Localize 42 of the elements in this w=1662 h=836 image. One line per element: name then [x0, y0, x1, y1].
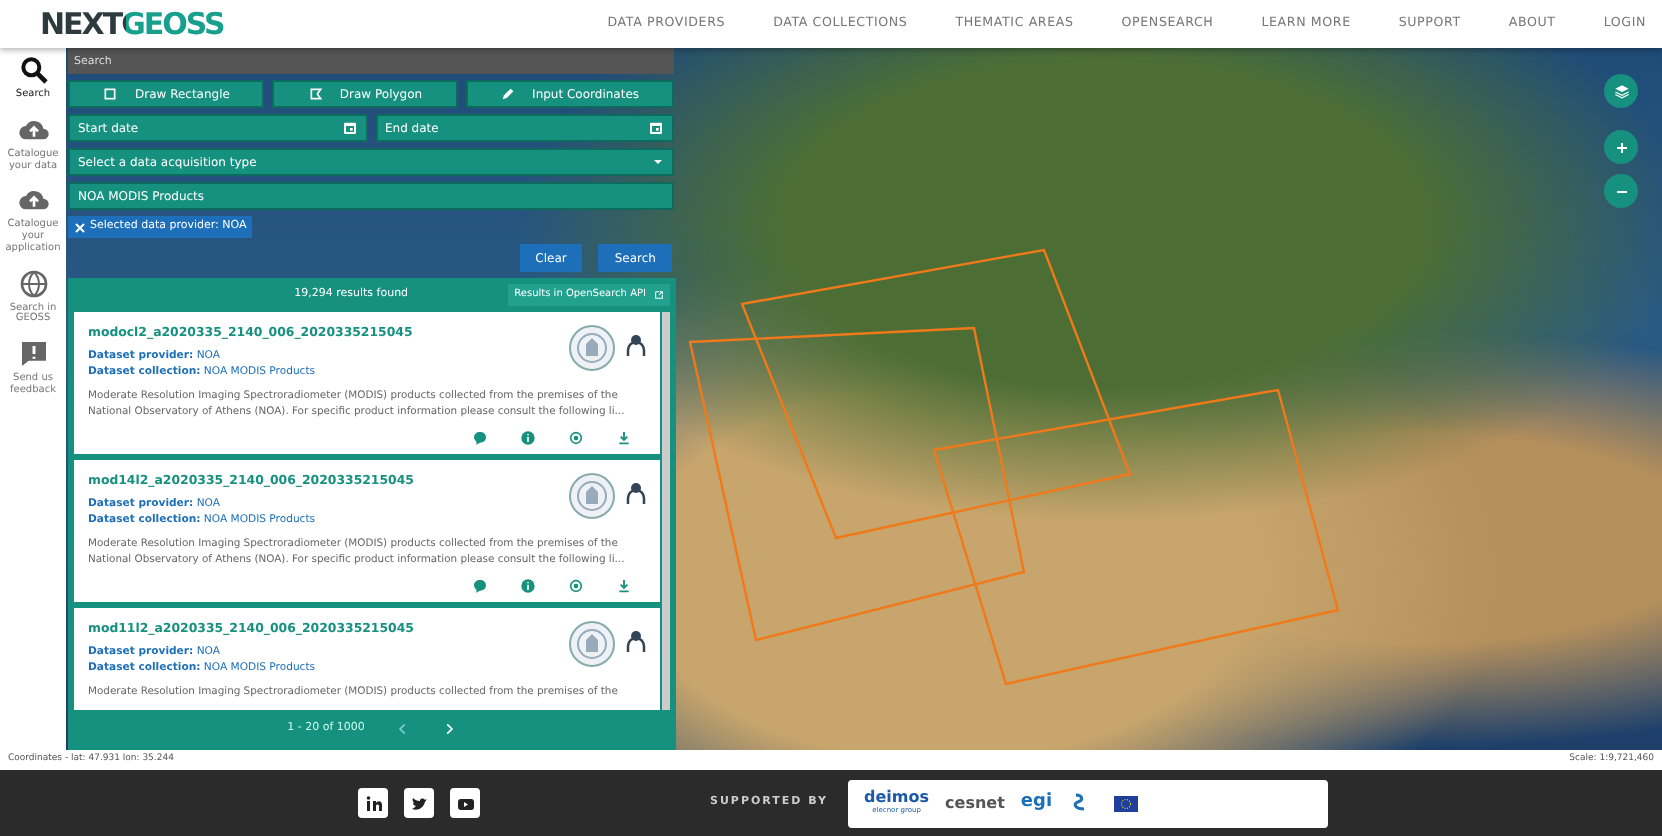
zoom-out-button[interactable] — [1604, 174, 1638, 208]
locate-icon[interactable] — [568, 577, 584, 594]
layers-icon — [1611, 81, 1631, 101]
search-icon[interactable] — [17, 54, 49, 86]
result-card[interactable] — [74, 312, 660, 454]
swath-footprint[interactable] — [740, 248, 1132, 540]
info-icon[interactable] — [520, 429, 536, 446]
polygon-icon — [307, 86, 324, 102]
calendar-icon — [648, 120, 664, 136]
sponsor-logo: deimos — [864, 789, 930, 806]
seal-drawing — [568, 324, 616, 372]
zoom-in-button[interactable] — [1604, 130, 1638, 164]
calendar-icon — [341, 120, 357, 136]
comment-icon[interactable] — [472, 429, 488, 446]
seal-drawing — [568, 619, 616, 668]
social-link[interactable] — [450, 788, 480, 818]
download-icon[interactable] — [616, 429, 632, 446]
seal-drawing — [568, 471, 616, 520]
pencil-icon — [500, 86, 517, 102]
social-link[interactable] — [358, 788, 388, 818]
close-icon — [74, 221, 86, 233]
swath-footprint[interactable] — [932, 388, 1340, 686]
result-card[interactable] — [74, 459, 660, 602]
globe-icon[interactable] — [17, 267, 49, 299]
social-link[interactable] — [404, 788, 434, 818]
rectangle-icon — [102, 86, 119, 102]
satellite-map[interactable] — [66, 48, 1662, 750]
external-link-icon — [653, 290, 664, 300]
swath-footprint[interactable] — [688, 326, 1026, 642]
next-page-icon[interactable] — [442, 721, 457, 735]
caret-icon — [652, 156, 664, 168]
locate-icon[interactable] — [568, 429, 584, 446]
comment-icon[interactable] — [472, 577, 488, 594]
feedback-icon[interactable] — [17, 338, 49, 370]
sponsor-logo: egi — [1020, 789, 1053, 816]
linkedin-icon — [361, 791, 385, 815]
info-icon[interactable] — [520, 577, 536, 594]
layers-button[interactable] — [1604, 74, 1638, 108]
previous-page-icon[interactable] — [396, 721, 411, 735]
sponsor-logo: cesnet — [945, 791, 1005, 815]
download-icon[interactable] — [616, 577, 632, 594]
plus-icon — [1611, 137, 1631, 157]
